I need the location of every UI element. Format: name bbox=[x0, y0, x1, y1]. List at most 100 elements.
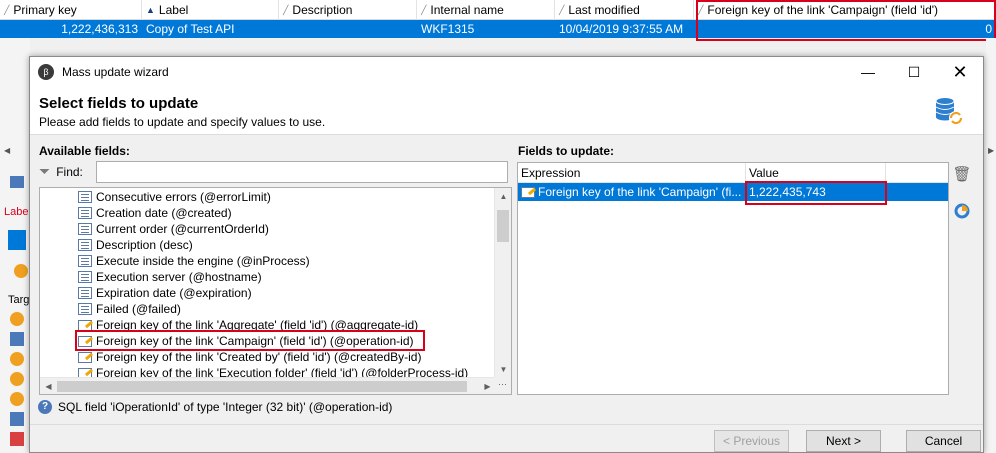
cell-internal-name: WKF1315 bbox=[421, 22, 475, 36]
scroll-left-icon[interactable]: ◀ bbox=[4, 146, 10, 155]
grid-header: Expression Value bbox=[518, 163, 948, 183]
dialog-title: Mass update wizard bbox=[62, 65, 169, 79]
database-icon bbox=[10, 332, 24, 346]
foreign-key-icon bbox=[78, 351, 92, 363]
cell-label: Copy of Test API bbox=[146, 22, 235, 36]
field-label: Current order (@currentOrderId) bbox=[96, 222, 269, 236]
maximize-icon[interactable]: ☐ bbox=[891, 57, 937, 87]
list-item[interactable]: Execution server (@hostname) bbox=[78, 269, 262, 285]
help-icon: ? bbox=[38, 400, 52, 414]
list-item[interactable]: Creation date (@created) bbox=[78, 205, 232, 221]
cell-last-modified: 10/04/2019 9:37:55 AM bbox=[559, 22, 684, 36]
dialog-header: Select fields to update Please add field… bbox=[30, 87, 983, 135]
field-hint: ? SQL field 'iOperationId' of type 'Inte… bbox=[38, 400, 392, 414]
field-icon bbox=[78, 239, 92, 251]
column-description[interactable]: ╱ Description bbox=[279, 0, 417, 20]
highlight-box bbox=[75, 330, 425, 351]
page-title: Select fields to update bbox=[39, 95, 199, 112]
highlight-box bbox=[696, 0, 996, 41]
filter-icon: ⏷ bbox=[39, 163, 51, 179]
foreign-key-icon bbox=[521, 186, 535, 198]
database-refresh-icon bbox=[935, 97, 963, 125]
cancel-button[interactable]: Cancel bbox=[906, 430, 981, 452]
field-icon bbox=[78, 255, 92, 267]
find-row: ⏷ Find: bbox=[39, 163, 83, 180]
expression-text: Foreign key of the link 'Campaign' (fi..… bbox=[538, 185, 742, 199]
find-input[interactable] bbox=[96, 161, 508, 183]
scroll-down-icon[interactable]: ▼ bbox=[495, 361, 511, 378]
database-icon bbox=[10, 412, 24, 426]
sort-icon: ╱ bbox=[283, 5, 289, 15]
list-item[interactable]: Failed (@failed) bbox=[78, 301, 181, 317]
list-item[interactable]: Execute inside the engine (@inProcess) bbox=[78, 253, 310, 269]
dialog-footer: < Previous Next > Cancel bbox=[30, 424, 983, 452]
cell-description bbox=[279, 20, 417, 38]
column-label: Last modified bbox=[568, 3, 640, 17]
close-icon[interactable]: ✕ bbox=[937, 57, 983, 87]
field-label: Description (desc) bbox=[96, 238, 193, 252]
column-label: Label bbox=[158, 3, 189, 17]
field-label: Failed (@failed) bbox=[96, 302, 181, 316]
delete-icon[interactable]: 🗑 bbox=[951, 164, 973, 186]
app-icon: β bbox=[38, 64, 54, 80]
field-label: Foreign key of the link 'Created by' (fi… bbox=[96, 350, 422, 364]
list-item[interactable]: Consecutive errors (@errorLimit) bbox=[78, 189, 271, 205]
side-panel: ◀ Labe Targ bbox=[0, 38, 30, 453]
page-subtitle: Please add fields to update and specify … bbox=[39, 115, 326, 129]
toolbar-icon[interactable] bbox=[8, 230, 26, 250]
field-icon bbox=[78, 287, 92, 299]
scroll-up-icon[interactable]: ▲ bbox=[495, 188, 511, 205]
field-icon bbox=[78, 303, 92, 315]
scroll-left-icon[interactable]: ◀ bbox=[40, 378, 57, 394]
field-label: Consecutive errors (@errorLimit) bbox=[96, 190, 271, 204]
scroll-right-icon[interactable]: ▶ bbox=[988, 146, 994, 155]
field-icon bbox=[78, 191, 92, 203]
column-label-col[interactable]: ▲ Label bbox=[142, 0, 279, 20]
field-label: Creation date (@created) bbox=[96, 206, 232, 220]
side-target-text: Targ bbox=[8, 294, 30, 306]
targeting-icon bbox=[10, 312, 24, 326]
edit-expression-icon[interactable] bbox=[951, 200, 973, 222]
vertical-scrollbar[interactable]: ▲ ▼ bbox=[494, 188, 511, 378]
sort-icon: ╱ bbox=[4, 5, 10, 15]
list-item[interactable]: Foreign key of the link 'Created by' (fi… bbox=[78, 349, 421, 365]
highlight-box bbox=[745, 181, 887, 205]
list-item[interactable]: Expiration date (@expiration) bbox=[78, 285, 252, 301]
field-icon bbox=[78, 207, 92, 219]
minimize-icon[interactable]: — bbox=[845, 57, 891, 87]
cell-primary-key: 1,222,436,313 bbox=[61, 22, 138, 36]
filter-icon bbox=[10, 432, 24, 446]
scroll-thumb[interactable] bbox=[497, 210, 509, 242]
column-expression[interactable]: Expression bbox=[518, 163, 746, 183]
column-internal-name[interactable]: ╱ Internal name bbox=[417, 0, 555, 20]
column-label: Primary key bbox=[13, 3, 77, 17]
column-last-modified[interactable]: ╱ Last modified bbox=[555, 0, 694, 20]
find-label: Find: bbox=[56, 164, 83, 179]
previous-button[interactable]: < Previous bbox=[714, 430, 789, 452]
sort-icon: ╱ bbox=[421, 5, 427, 15]
field-label: Execute inside the engine (@inProcess) bbox=[96, 254, 310, 268]
list-item[interactable]: Current order (@currentOrderId) bbox=[78, 221, 269, 237]
right-strip: ▶ bbox=[986, 38, 996, 453]
field-label: Expiration date (@expiration) bbox=[96, 286, 252, 300]
tree-icon bbox=[10, 176, 24, 188]
field-label: Execution server (@hostname) bbox=[96, 270, 262, 284]
fields-to-update-label: Fields to update: bbox=[518, 144, 614, 158]
sort-ascending-icon: ▲ bbox=[146, 5, 155, 15]
horizontal-scrollbar[interactable]: ◀ ▶ bbox=[40, 377, 496, 394]
field-icon bbox=[78, 223, 92, 235]
column-value[interactable]: Value bbox=[746, 163, 886, 183]
scroll-thumb[interactable] bbox=[57, 381, 467, 392]
field-icon bbox=[78, 271, 92, 283]
side-label-text: Labe bbox=[4, 206, 29, 218]
available-fields-label: Available fields: bbox=[39, 144, 130, 158]
column-primary-key[interactable]: ╱ Primary key bbox=[0, 0, 142, 20]
targeting-icon bbox=[10, 352, 24, 366]
mass-update-dialog: β Mass update wizard — ☐ ✕ Select fields… bbox=[29, 56, 984, 453]
more-icon[interactable]: ⋯ bbox=[494, 377, 511, 394]
orange-icon bbox=[14, 264, 28, 278]
available-fields-tree[interactable]: Consecutive errors (@errorLimit) Creatio… bbox=[39, 187, 512, 395]
list-item[interactable]: Description (desc) bbox=[78, 237, 193, 253]
dialog-titlebar: β Mass update wizard — ☐ ✕ bbox=[30, 57, 983, 87]
next-button[interactable]: Next > bbox=[806, 430, 881, 452]
